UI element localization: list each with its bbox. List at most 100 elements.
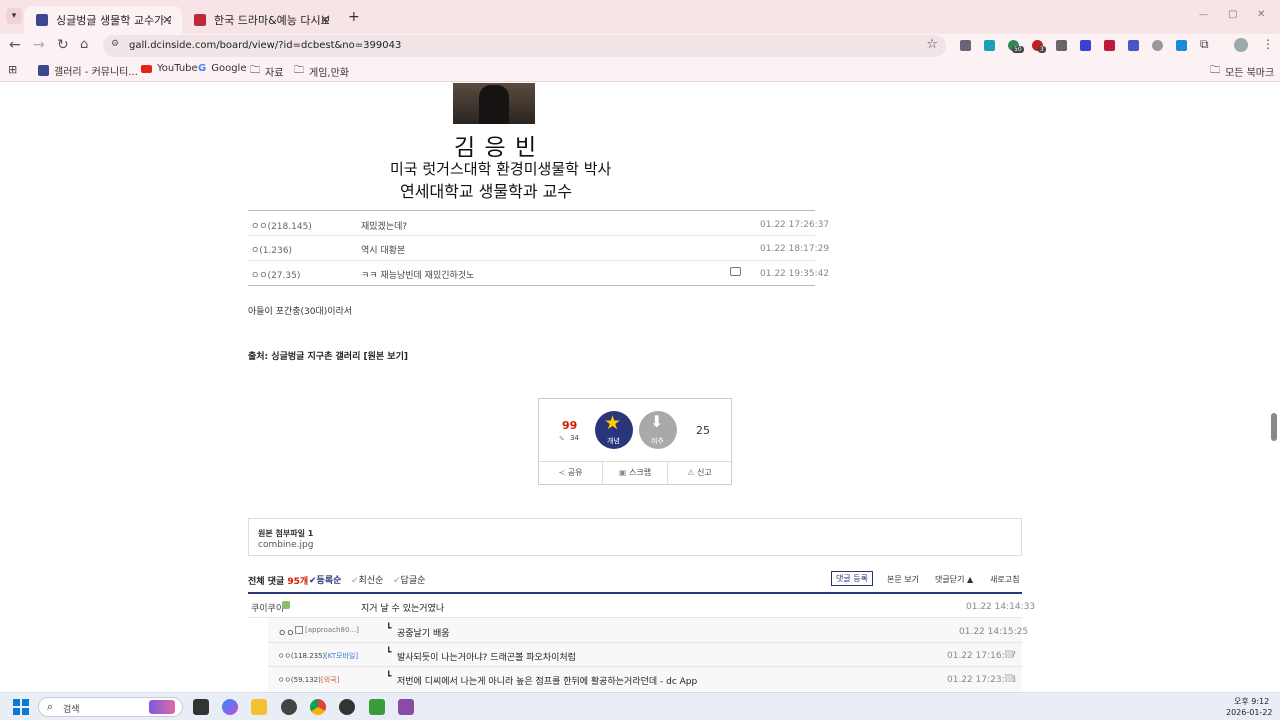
- comment-text: 공중날기 배움: [397, 629, 450, 639]
- upvote-button[interactable]: ★ 개념: [595, 411, 633, 449]
- report-label: 신고: [696, 468, 712, 477]
- profile-photo: [453, 83, 535, 124]
- close-comments-button[interactable]: 댓글닫기 ▲: [935, 574, 973, 585]
- dcinside-favicon-icon: [38, 65, 49, 76]
- home-icon[interactable]: ⌂: [80, 37, 88, 52]
- site-info-icon[interactable]: ⚙: [111, 39, 119, 49]
- comment-author[interactable]: ㅇㅇ(59.132): [278, 675, 321, 685]
- extension-icon[interactable]: [984, 40, 995, 51]
- minimize-button[interactable]: —: [1199, 10, 1208, 20]
- sort-replies[interactable]: ✔답글순: [393, 573, 425, 586]
- attachment-file[interactable]: combine.jpg: [258, 540, 313, 550]
- chrome-icon[interactable]: [310, 699, 326, 715]
- new-tab-button[interactable]: +: [348, 9, 360, 25]
- comment-text: 발사되듯이 나는거아냐? 드래곤볼 파오차이처럼: [397, 653, 576, 663]
- photo-figure: [479, 85, 509, 124]
- dcinside-favicon-icon: [36, 14, 48, 26]
- task-view-icon[interactable]: [193, 699, 209, 715]
- sort-registered[interactable]: ✔등록순: [309, 573, 341, 586]
- menu-icon[interactable]: ⋮: [1262, 37, 1274, 51]
- comment-author[interactable]: ㅇㅇ: [278, 626, 295, 639]
- close-comments-label: 댓글닫기: [935, 575, 965, 584]
- maximize-button[interactable]: ▢: [1228, 9, 1237, 20]
- close-icon[interactable]: ✕: [320, 13, 330, 27]
- delete-comment-icon[interactable]: [1005, 674, 1013, 682]
- tab-title: 한국 드라마&예능 다시보기 -: [214, 14, 329, 27]
- bookmark-label: Google: [211, 63, 247, 74]
- arrow-down-icon: ⬇: [650, 412, 664, 431]
- close-window-button[interactable]: ✕: [1257, 9, 1265, 20]
- comment-date: 01.22 14:15:25: [959, 627, 1029, 637]
- write-comment-button[interactable]: 댓글 등록: [831, 571, 873, 586]
- tab-title: 싱글벙글 생물학 교수가 포켓몬: [56, 14, 171, 27]
- bookmark-folder[interactable]: 🗀 게임,만화: [294, 63, 349, 80]
- fixed-icon: ✎: [559, 435, 565, 443]
- comment-tag: [외국]: [321, 676, 340, 684]
- comment-author: ㅇㅇ(27.35): [251, 271, 301, 281]
- comments-total-label: 전체 댓글: [248, 577, 288, 587]
- back-icon[interactable]: ←: [9, 37, 21, 53]
- extensions-puzzle-icon[interactable]: ⧉: [1200, 37, 1209, 52]
- profile-avatar[interactable]: [1234, 38, 1248, 52]
- address-bar[interactable]: ⚙ gall.dcinside.com/board/view/?id=dcbes…: [103, 35, 946, 57]
- extension-icon[interactable]: [1056, 40, 1067, 51]
- comment-text: 역시 대황본: [361, 246, 406, 256]
- tab-search-button[interactable]: ▾: [6, 8, 22, 24]
- download-icon[interactable]: [1176, 40, 1187, 51]
- clock-date[interactable]: 2026-01-22: [1226, 708, 1273, 717]
- bookmark-youtube[interactable]: YouTube: [141, 63, 198, 74]
- downvote-button[interactable]: ⬇ 비추: [639, 411, 677, 449]
- all-bookmarks[interactable]: 🗀 모든 북마크: [1210, 63, 1274, 80]
- bookmark-label: 갤러리 - 커뮤니티...: [54, 67, 138, 78]
- comment-author[interactable]: 쿠이쿠이: [251, 601, 284, 614]
- scrollbar-thumb[interactable]: [1271, 413, 1277, 441]
- file-explorer-icon[interactable]: [251, 699, 267, 715]
- comment-text: ㅋㅋ 재능낭빈데 재밌긴하것노: [361, 271, 475, 281]
- tab-strip: ▾ 싱글벙글 생물학 교수가 포켓몬 ✕ 한국 드라마&예능 다시보기 - ✕ …: [0, 0, 1280, 34]
- share-button[interactable]: ≺ 공유: [539, 462, 603, 485]
- share-icon: ≺: [558, 468, 566, 477]
- clock-time[interactable]: 오후 9:12: [1234, 696, 1269, 707]
- copilot-icon[interactable]: [222, 699, 238, 715]
- sort-latest[interactable]: ✔최신순: [351, 573, 383, 586]
- comments-top-border: [248, 592, 1022, 594]
- app-icon[interactable]: [339, 699, 355, 715]
- comment-author[interactable]: ㅇㅇ(118.235): [278, 651, 325, 661]
- tab-active[interactable]: 싱글벙글 생물학 교수가 포켓몬 ✕: [24, 6, 182, 34]
- app-icon[interactable]: [281, 699, 297, 715]
- page-content: 김 응 빈 미국 럿거스대학 환경미생물학 박사 연세대학교 생물학과 교수 ㅇ…: [0, 83, 1280, 691]
- comment-date: 01.22 17:26:37: [760, 220, 830, 230]
- comment-date: 01.22 18:17:29: [760, 244, 830, 254]
- bookmark-label: 게임,만화: [309, 68, 349, 79]
- check-icon: ✔: [393, 576, 401, 586]
- extension-icon[interactable]: [1128, 40, 1139, 51]
- google-icon: G: [198, 63, 207, 74]
- tab-inactive[interactable]: 한국 드라마&예능 다시보기 - ✕: [182, 6, 340, 34]
- view-post-button[interactable]: 본문 보기: [887, 574, 919, 585]
- extension-icon[interactable]: [960, 40, 971, 51]
- close-icon[interactable]: ✕: [162, 13, 172, 27]
- fixed-user-icon: [282, 601, 290, 609]
- reload-icon[interactable]: ↻: [57, 37, 69, 53]
- comment-date: 01.22 19:35:42: [760, 269, 830, 279]
- forward-icon[interactable]: →: [33, 37, 45, 53]
- extension-icon[interactable]: [1104, 40, 1115, 51]
- extension-icon[interactable]: [1080, 40, 1091, 51]
- apps-grid-icon[interactable]: ⊞: [8, 63, 17, 76]
- bookmark-gallery[interactable]: 갤러리 - 커뮤니티...: [38, 63, 138, 78]
- refresh-button[interactable]: 새로고침: [990, 574, 1019, 585]
- check-icon: ✔: [351, 576, 359, 586]
- bookmark-star-icon[interactable]: ☆: [926, 37, 938, 52]
- divider: [248, 210, 815, 211]
- delete-comment-icon[interactable]: [1005, 650, 1013, 658]
- bookmark-google[interactable]: G Google: [198, 63, 246, 74]
- taskbar-search[interactable]: ⌕ 검색: [38, 697, 183, 717]
- app-icon[interactable]: [398, 699, 414, 715]
- report-button[interactable]: ⚠ 신고: [668, 462, 731, 485]
- extension-icon[interactable]: [1152, 40, 1163, 51]
- scrap-button[interactable]: ▣ 스크랩: [603, 462, 668, 485]
- start-windows-icon[interactable]: [13, 699, 29, 715]
- source-link[interactable]: 출처: 싱글벙글 지구촌 갤러리 [원본 보기]: [248, 349, 408, 362]
- app-icon[interactable]: [369, 699, 385, 715]
- bookmark-folder[interactable]: 🗀 자료: [250, 63, 283, 80]
